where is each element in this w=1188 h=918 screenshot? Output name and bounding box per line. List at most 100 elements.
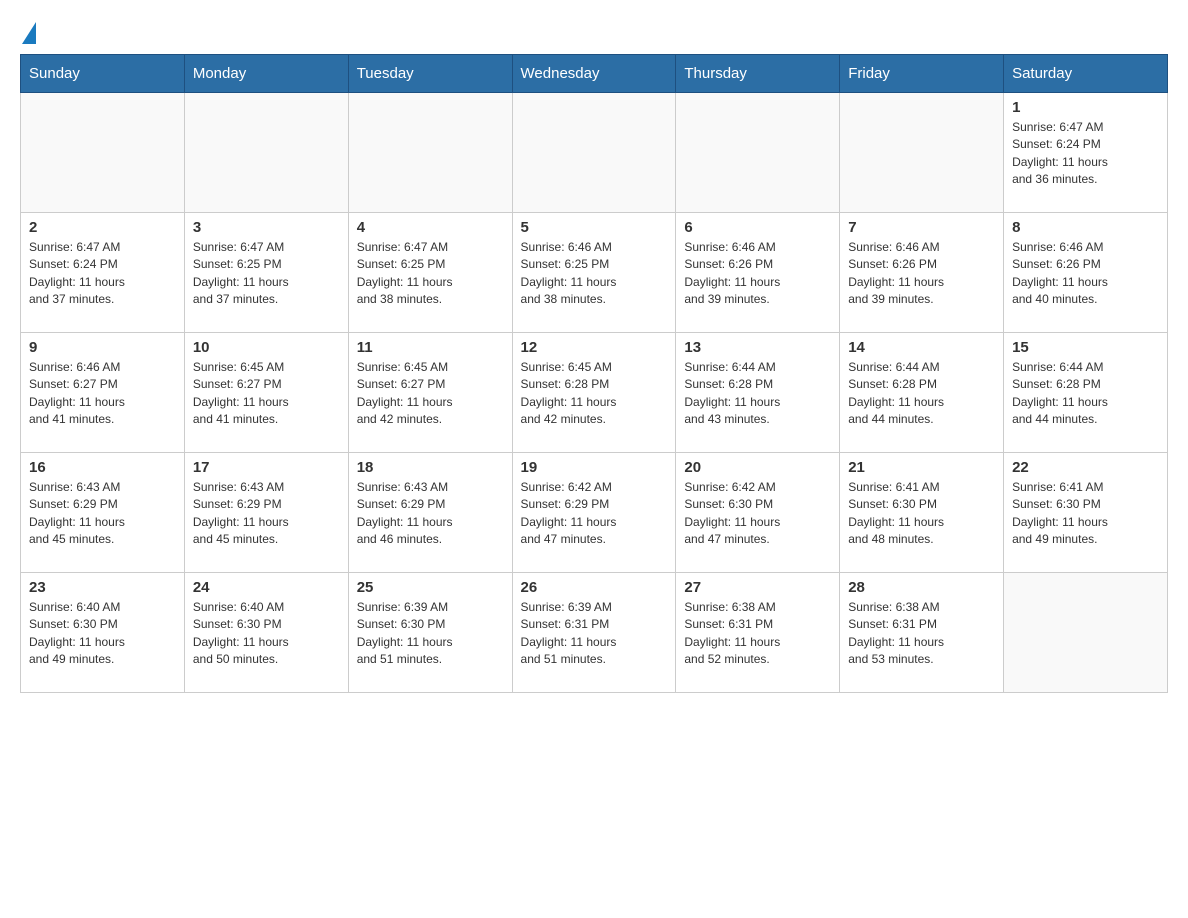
calendar-cell bbox=[676, 93, 840, 213]
calendar-cell: 19 Sunrise: 6:42 AM Sunset: 6:29 PM Dayli… bbox=[512, 453, 676, 573]
weekday-header-saturday: Saturday bbox=[1004, 55, 1168, 93]
calendar-week-row: 1 Sunrise: 6:47 AM Sunset: 6:24 PM Daylig… bbox=[21, 93, 1168, 213]
calendar-cell: 1 Sunrise: 6:47 AM Sunset: 6:24 PM Daylig… bbox=[1004, 93, 1168, 213]
calendar-cell: 23 Sunrise: 6:40 AM Sunset: 6:30 PM Dayli… bbox=[21, 573, 185, 693]
day-info: Sunrise: 6:41 AM Sunset: 6:30 PM Dayligh… bbox=[1012, 479, 1159, 549]
day-info: Sunrise: 6:44 AM Sunset: 6:28 PM Dayligh… bbox=[848, 359, 995, 429]
day-number: 3 bbox=[193, 219, 340, 236]
day-info: Sunrise: 6:47 AM Sunset: 6:24 PM Dayligh… bbox=[1012, 119, 1159, 189]
day-number: 21 bbox=[848, 459, 995, 476]
day-info: Sunrise: 6:43 AM Sunset: 6:29 PM Dayligh… bbox=[193, 479, 340, 549]
day-number: 18 bbox=[357, 459, 504, 476]
day-number: 15 bbox=[1012, 339, 1159, 356]
calendar-week-row: 16 Sunrise: 6:43 AM Sunset: 6:29 PM Dayli… bbox=[21, 453, 1168, 573]
calendar-cell: 3 Sunrise: 6:47 AM Sunset: 6:25 PM Daylig… bbox=[184, 213, 348, 333]
day-number: 9 bbox=[29, 339, 176, 356]
calendar-cell: 10 Sunrise: 6:45 AM Sunset: 6:27 PM Dayli… bbox=[184, 333, 348, 453]
day-number: 24 bbox=[193, 579, 340, 596]
day-number: 28 bbox=[848, 579, 995, 596]
day-number: 8 bbox=[1012, 219, 1159, 236]
calendar-cell: 6 Sunrise: 6:46 AM Sunset: 6:26 PM Daylig… bbox=[676, 213, 840, 333]
calendar-cell: 11Sunrise: 6:45 AM Sunset: 6:27 PM Dayli… bbox=[348, 333, 512, 453]
day-number: 11 bbox=[357, 339, 504, 356]
calendar-week-row: 23 Sunrise: 6:40 AM Sunset: 6:30 PM Dayli… bbox=[21, 573, 1168, 693]
day-info: Sunrise: 6:41 AM Sunset: 6:30 PM Dayligh… bbox=[848, 479, 995, 549]
day-info: Sunrise: 6:45 AM Sunset: 6:28 PM Dayligh… bbox=[521, 359, 668, 429]
day-number: 10 bbox=[193, 339, 340, 356]
logo-triangle-icon bbox=[22, 22, 36, 44]
day-info: Sunrise: 6:38 AM Sunset: 6:31 PM Dayligh… bbox=[684, 599, 831, 669]
day-info: Sunrise: 6:46 AM Sunset: 6:26 PM Dayligh… bbox=[1012, 239, 1159, 309]
day-number: 14 bbox=[848, 339, 995, 356]
weekday-header-friday: Friday bbox=[840, 55, 1004, 93]
day-number: 23 bbox=[29, 579, 176, 596]
calendar-cell: 13 Sunrise: 6:44 AM Sunset: 6:28 PM Dayli… bbox=[676, 333, 840, 453]
day-info: Sunrise: 6:39 AM Sunset: 6:30 PM Dayligh… bbox=[357, 599, 504, 669]
day-info: Sunrise: 6:46 AM Sunset: 6:27 PM Dayligh… bbox=[29, 359, 176, 429]
calendar-cell: 9 Sunrise: 6:46 AM Sunset: 6:27 PM Daylig… bbox=[21, 333, 185, 453]
day-info: Sunrise: 6:47 AM Sunset: 6:24 PM Dayligh… bbox=[29, 239, 176, 309]
day-number: 16 bbox=[29, 459, 176, 476]
calendar-cell: 22 Sunrise: 6:41 AM Sunset: 6:30 PM Dayli… bbox=[1004, 453, 1168, 573]
day-number: 6 bbox=[684, 219, 831, 236]
day-info: Sunrise: 6:40 AM Sunset: 6:30 PM Dayligh… bbox=[29, 599, 176, 669]
day-info: Sunrise: 6:44 AM Sunset: 6:28 PM Dayligh… bbox=[684, 359, 831, 429]
calendar-cell: 21 Sunrise: 6:41 AM Sunset: 6:30 PM Dayli… bbox=[840, 453, 1004, 573]
calendar-cell: 4 Sunrise: 6:47 AM Sunset: 6:25 PM Daylig… bbox=[348, 213, 512, 333]
logo bbox=[20, 20, 36, 44]
weekday-header-sunday: Sunday bbox=[21, 55, 185, 93]
calendar-header-row: SundayMondayTuesdayWednesdayThursdayFrid… bbox=[21, 55, 1168, 93]
day-info: Sunrise: 6:43 AM Sunset: 6:29 PM Dayligh… bbox=[29, 479, 176, 549]
calendar-cell: 17 Sunrise: 6:43 AM Sunset: 6:29 PM Dayli… bbox=[184, 453, 348, 573]
day-info: Sunrise: 6:44 AM Sunset: 6:28 PM Dayligh… bbox=[1012, 359, 1159, 429]
calendar-cell bbox=[1004, 573, 1168, 693]
calendar-cell: 25 Sunrise: 6:39 AM Sunset: 6:30 PM Dayli… bbox=[348, 573, 512, 693]
calendar-cell: 26Sunrise: 6:39 AM Sunset: 6:31 PM Dayli… bbox=[512, 573, 676, 693]
calendar-week-row: 2Sunrise: 6:47 AM Sunset: 6:24 PM Daylig… bbox=[21, 213, 1168, 333]
day-info: Sunrise: 6:47 AM Sunset: 6:25 PM Dayligh… bbox=[193, 239, 340, 309]
day-info: Sunrise: 6:39 AM Sunset: 6:31 PM Dayligh… bbox=[521, 599, 668, 669]
calendar-cell: 5 Sunrise: 6:46 AM Sunset: 6:25 PM Daylig… bbox=[512, 213, 676, 333]
day-number: 12 bbox=[521, 339, 668, 356]
day-number: 13 bbox=[684, 339, 831, 356]
day-number: 27 bbox=[684, 579, 831, 596]
day-number: 22 bbox=[1012, 459, 1159, 476]
calendar-cell: 20 Sunrise: 6:42 AM Sunset: 6:30 PM Dayli… bbox=[676, 453, 840, 573]
day-info: Sunrise: 6:43 AM Sunset: 6:29 PM Dayligh… bbox=[357, 479, 504, 549]
calendar-cell: 2Sunrise: 6:47 AM Sunset: 6:24 PM Daylig… bbox=[21, 213, 185, 333]
day-info: Sunrise: 6:40 AM Sunset: 6:30 PM Dayligh… bbox=[193, 599, 340, 669]
calendar-cell: 24 Sunrise: 6:40 AM Sunset: 6:30 PM Dayli… bbox=[184, 573, 348, 693]
calendar-cell: 12 Sunrise: 6:45 AM Sunset: 6:28 PM Dayli… bbox=[512, 333, 676, 453]
day-number: 17 bbox=[193, 459, 340, 476]
calendar-cell bbox=[512, 93, 676, 213]
day-info: Sunrise: 6:47 AM Sunset: 6:25 PM Dayligh… bbox=[357, 239, 504, 309]
day-number: 25 bbox=[357, 579, 504, 596]
day-number: 20 bbox=[684, 459, 831, 476]
day-info: Sunrise: 6:45 AM Sunset: 6:27 PM Dayligh… bbox=[193, 359, 340, 429]
page-header bbox=[20, 20, 1168, 44]
day-number: 7 bbox=[848, 219, 995, 236]
weekday-header-tuesday: Tuesday bbox=[348, 55, 512, 93]
calendar-cell: 18 Sunrise: 6:43 AM Sunset: 6:29 PM Dayli… bbox=[348, 453, 512, 573]
day-number: 4 bbox=[357, 219, 504, 236]
weekday-header-monday: Monday bbox=[184, 55, 348, 93]
day-info: Sunrise: 6:42 AM Sunset: 6:30 PM Dayligh… bbox=[684, 479, 831, 549]
calendar-week-row: 9 Sunrise: 6:46 AM Sunset: 6:27 PM Daylig… bbox=[21, 333, 1168, 453]
calendar-cell: 8 Sunrise: 6:46 AM Sunset: 6:26 PM Daylig… bbox=[1004, 213, 1168, 333]
day-info: Sunrise: 6:46 AM Sunset: 6:26 PM Dayligh… bbox=[684, 239, 831, 309]
weekday-header-thursday: Thursday bbox=[676, 55, 840, 93]
day-number: 19 bbox=[521, 459, 668, 476]
calendar-cell: 14 Sunrise: 6:44 AM Sunset: 6:28 PM Dayli… bbox=[840, 333, 1004, 453]
day-number: 5 bbox=[521, 219, 668, 236]
calendar-cell bbox=[184, 93, 348, 213]
day-info: Sunrise: 6:46 AM Sunset: 6:26 PM Dayligh… bbox=[848, 239, 995, 309]
calendar-table: SundayMondayTuesdayWednesdayThursdayFrid… bbox=[20, 54, 1168, 693]
calendar-cell: 28 Sunrise: 6:38 AM Sunset: 6:31 PM Dayli… bbox=[840, 573, 1004, 693]
calendar-cell: 15 Sunrise: 6:44 AM Sunset: 6:28 PM Dayli… bbox=[1004, 333, 1168, 453]
day-info: Sunrise: 6:46 AM Sunset: 6:25 PM Dayligh… bbox=[521, 239, 668, 309]
day-number: 1 bbox=[1012, 99, 1159, 116]
calendar-cell bbox=[21, 93, 185, 213]
day-info: Sunrise: 6:38 AM Sunset: 6:31 PM Dayligh… bbox=[848, 599, 995, 669]
day-info: Sunrise: 6:42 AM Sunset: 6:29 PM Dayligh… bbox=[521, 479, 668, 549]
calendar-cell: 16 Sunrise: 6:43 AM Sunset: 6:29 PM Dayli… bbox=[21, 453, 185, 573]
